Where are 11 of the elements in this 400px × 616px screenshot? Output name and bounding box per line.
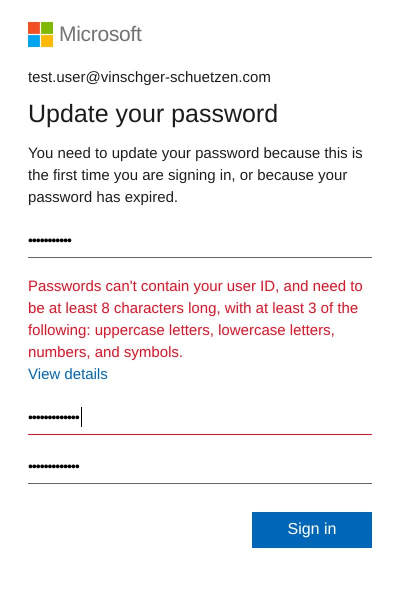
page-title: Update your password (28, 100, 280, 129)
password-field[interactable]: ••••••••••••• (28, 400, 372, 435)
password-field[interactable]: ••••••••••••• (28, 449, 372, 484)
logo-text: Microsoft (59, 22, 142, 46)
logo-icon (28, 22, 53, 47)
view-details-link[interactable]: View details (28, 366, 108, 383)
password-field[interactable]: ••••••••••• (28, 223, 372, 258)
description: You need to update your password because this is the first time you are signing in, or because your password has expired. (28, 144, 364, 208)
account-email: test.user@vinschger-schuetzen.com (28, 69, 272, 86)
sign-in-button[interactable]: Sign in (252, 512, 372, 548)
error-message: Passwords can't contain your user ID, and need to be at least 8 characters long, with at least 3 of the following: uppercase letters, lowercase letters, numbers, and symbols. (28, 277, 364, 363)
